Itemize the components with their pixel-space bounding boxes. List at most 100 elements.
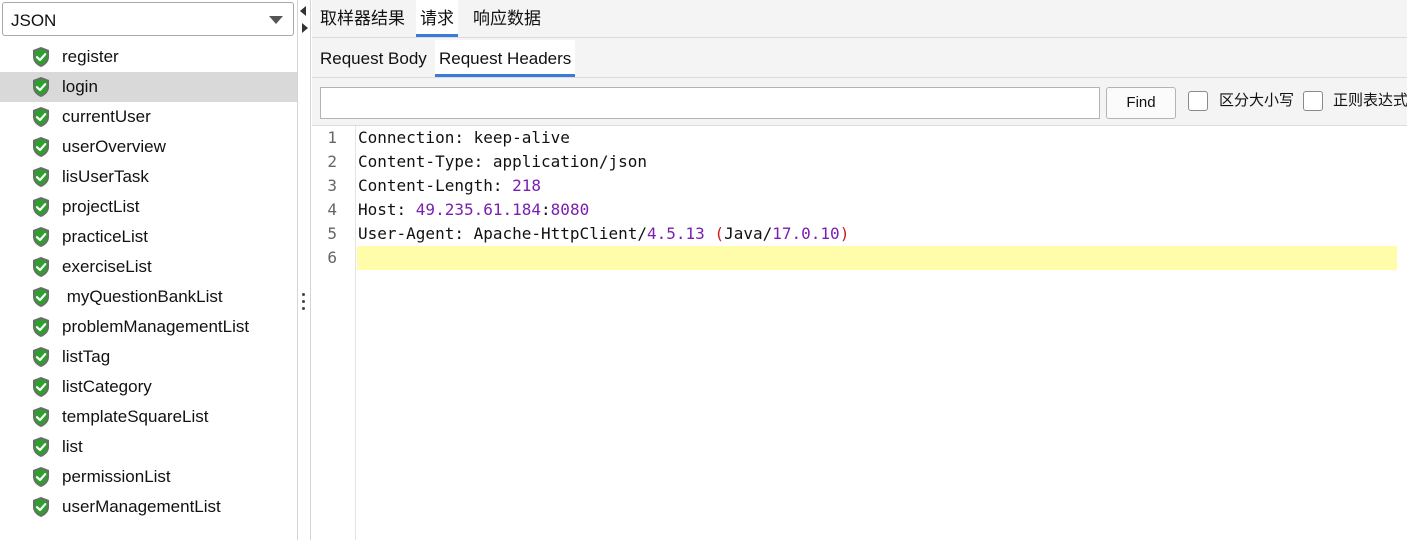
tree-item-label: listCategory xyxy=(62,377,152,396)
tree-item-label: currentUser xyxy=(62,107,151,126)
jmeter-results-tree-window: JSON register login currentUser userOvervie… xyxy=(0,0,1407,540)
sampler-tree: register login currentUser userOverview lisU… xyxy=(0,42,297,522)
header-name: Content-Length xyxy=(358,176,493,195)
details-panel: 取样器结果 请求 响应数据 Request Body Request Heade… xyxy=(312,0,1407,540)
header-line[interactable]: Host: 49.235.61.184:8080 xyxy=(357,198,1397,222)
tree-item-label: exerciseList xyxy=(62,257,152,276)
tab-request-headers[interactable]: Request Headers xyxy=(435,40,576,77)
tree-item[interactable]: listCategory xyxy=(0,372,297,402)
header-value: 218 xyxy=(512,176,542,195)
tree-item-label: lisUserTask xyxy=(62,167,149,186)
tree-item-label: templateSquareList xyxy=(62,407,209,426)
header-value: 49.235.61.184:8080 xyxy=(415,200,590,219)
success-shield-icon xyxy=(33,257,49,277)
tree-item[interactable]: projectList xyxy=(0,192,297,222)
tree-item-label: userOverview xyxy=(62,137,166,156)
tree-item[interactable]: problemManagementList xyxy=(0,312,297,342)
header-line[interactable]: Content-Length: 218 xyxy=(357,174,1397,198)
tree-item-label: register xyxy=(62,47,119,66)
header-name: Host xyxy=(358,200,397,219)
header-separator: : xyxy=(396,200,416,219)
search-input[interactable] xyxy=(320,87,1100,119)
tree-item[interactable]: currentUser xyxy=(0,102,297,132)
header-name: Content-Type xyxy=(358,152,474,171)
case-sensitive-label: 区分大小写 xyxy=(1219,92,1295,109)
header-value: Apache-HttpClient/4.5.13 (Java/17.0.10) xyxy=(473,224,850,243)
regex-checkbox[interactable] xyxy=(1303,91,1323,111)
tree-item[interactable]: register xyxy=(0,42,297,72)
renderer-select-value: JSON xyxy=(11,11,57,30)
success-shield-icon xyxy=(33,407,49,427)
success-shield-icon xyxy=(33,497,49,517)
tree-item[interactable]: permissionList xyxy=(0,462,297,492)
tree-item[interactable]: userOverview xyxy=(0,132,297,162)
tab-request[interactable]: 请求 xyxy=(416,0,458,37)
panel-splitter[interactable] xyxy=(298,0,311,540)
tree-item[interactable]: myQuestionBankList xyxy=(0,282,297,312)
chevron-down-icon[interactable] xyxy=(269,16,283,24)
header-separator: : xyxy=(454,224,474,243)
sampler-tree-panel: JSON register login currentUser userOvervie… xyxy=(0,0,298,540)
search-bar: Find 区分大小写 正则表达式 xyxy=(312,78,1407,126)
tree-item[interactable]: userManagementList xyxy=(0,492,297,522)
result-tabs: 取样器结果 请求 响应数据 xyxy=(312,0,1407,38)
header-line[interactable] xyxy=(357,246,1397,270)
header-line[interactable]: User-Agent: Apache-HttpClient/4.5.13 (Ja… xyxy=(357,222,1397,246)
tree-item[interactable]: login xyxy=(0,72,297,102)
tree-item-label: listTag xyxy=(62,347,111,366)
header-value: application/json xyxy=(492,152,647,171)
success-shield-icon xyxy=(33,227,49,247)
success-shield-icon xyxy=(33,47,49,67)
find-button[interactable]: Find xyxy=(1106,87,1176,119)
success-shield-icon xyxy=(33,317,49,337)
success-shield-icon xyxy=(33,377,49,397)
line-number: 6 xyxy=(327,248,337,267)
tab-sampler-result[interactable]: 取样器结果 xyxy=(316,0,409,37)
expand-right-icon[interactable] xyxy=(302,23,308,33)
tree-item-label: projectList xyxy=(62,197,140,216)
success-shield-icon xyxy=(33,107,49,127)
tree-item[interactable]: list xyxy=(0,432,297,462)
tree-item-label: myQuestionBankList xyxy=(62,287,223,306)
header-line[interactable]: Content-Type: application/json xyxy=(357,150,1397,174)
line-number-gutter: 1 2 3 4 5 6 xyxy=(312,126,356,540)
tree-item-label: permissionList xyxy=(62,467,171,486)
tree-item[interactable]: listTag xyxy=(0,342,297,372)
header-separator: : xyxy=(492,176,513,195)
line-number: 4 xyxy=(327,200,337,219)
header-separator: : xyxy=(473,152,493,171)
splitter-grip-icon[interactable] xyxy=(302,293,306,313)
line-number: 3 xyxy=(327,176,337,195)
header-name: Connection xyxy=(358,128,455,147)
tree-item-label: problemManagementList xyxy=(62,317,250,336)
tree-item[interactable]: templateSquareList xyxy=(0,402,297,432)
tree-item[interactable]: practiceList xyxy=(0,222,297,252)
tree-item-label: list xyxy=(62,437,83,456)
line-number: 1 xyxy=(327,128,337,147)
collapse-left-icon[interactable] xyxy=(300,6,306,16)
header-value: keep-alive xyxy=(473,128,570,147)
success-shield-icon xyxy=(33,77,49,97)
line-number: 5 xyxy=(327,224,337,243)
tab-request-body[interactable]: Request Body xyxy=(316,40,431,77)
header-name: User-Agent xyxy=(358,224,455,243)
tree-item-label: practiceList xyxy=(62,227,148,246)
headers-editor[interactable]: 123456 Connection: keep-alive Content-Typ… xyxy=(312,126,1407,540)
header-line[interactable]: Connection: keep-alive xyxy=(357,126,1397,150)
success-shield-icon xyxy=(33,167,49,187)
success-shield-icon xyxy=(33,197,49,217)
regex-label: 正则表达式 xyxy=(1333,92,1407,109)
success-shield-icon xyxy=(33,287,49,307)
tree-item[interactable]: exerciseList xyxy=(0,252,297,282)
success-shield-icon xyxy=(33,437,49,457)
success-shield-icon xyxy=(33,467,49,487)
case-sensitive-checkbox[interactable] xyxy=(1188,91,1208,111)
line-number: 2 xyxy=(327,152,337,171)
request-sub-tabs: Request Body Request Headers xyxy=(312,38,1407,78)
tree-item-label: userManagementList xyxy=(62,497,221,516)
tree-item[interactable]: lisUserTask xyxy=(0,162,297,192)
tab-response-data[interactable]: 响应数据 xyxy=(469,0,545,37)
success-shield-icon xyxy=(33,137,49,157)
renderer-select[interactable]: JSON xyxy=(2,2,294,36)
header-separator: : xyxy=(454,128,474,147)
